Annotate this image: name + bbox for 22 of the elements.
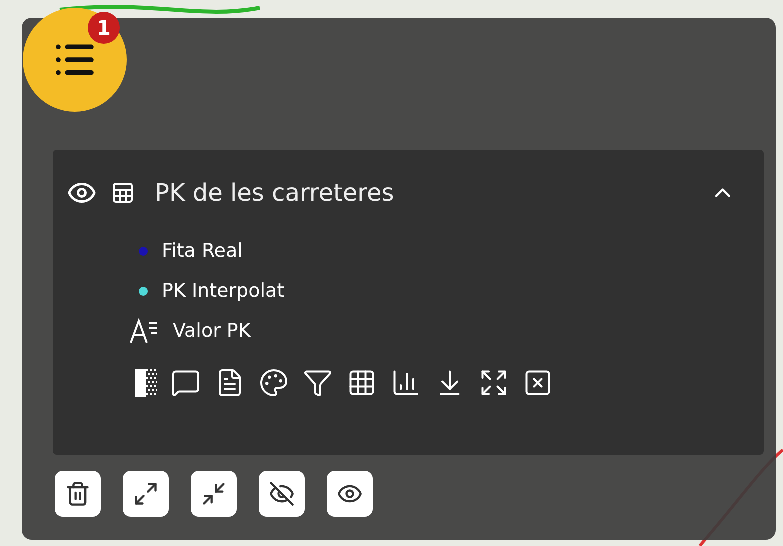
delete-button[interactable] — [55, 471, 101, 517]
eye-off-icon — [269, 481, 295, 507]
text-style-icon — [129, 318, 159, 344]
collapse-button[interactable] — [191, 471, 237, 517]
legend-label: Valor PK — [173, 320, 251, 342]
legend-label: PK Interpolat — [162, 280, 285, 302]
expand-icon[interactable] — [479, 368, 509, 398]
bar-chart-icon[interactable] — [391, 368, 421, 398]
close-icon[interactable] — [523, 368, 553, 398]
expand-arrows-icon — [133, 481, 159, 507]
show-button[interactable] — [327, 471, 373, 517]
expand-button[interactable] — [123, 471, 169, 517]
palette-icon[interactable] — [259, 368, 289, 398]
hide-button[interactable] — [259, 471, 305, 517]
filter-icon[interactable] — [303, 368, 333, 398]
collapse-arrows-icon — [201, 481, 227, 507]
legend-label: Fita Real — [162, 240, 243, 262]
table-icon[interactable] — [111, 181, 135, 205]
table-icon[interactable] — [347, 368, 377, 398]
trash-icon — [65, 481, 91, 507]
opacity-icon[interactable] — [135, 369, 157, 397]
layer-title: PK de les carreteres — [154, 179, 396, 207]
